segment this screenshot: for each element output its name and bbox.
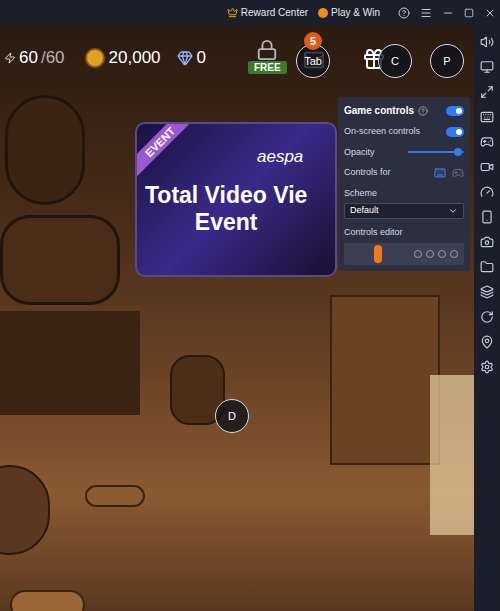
device-row: Controls for xyxy=(344,166,464,180)
toggle-knob xyxy=(456,108,462,114)
settings-icon[interactable] xyxy=(480,360,494,374)
banner-title: Total Video VieEvent xyxy=(145,182,307,236)
counter xyxy=(0,305,140,415)
event-tag: EVENT xyxy=(135,122,197,179)
wall-panel xyxy=(330,295,440,465)
help-icon[interactable] xyxy=(398,7,410,19)
event-banner[interactable]: EVENT aespa Total Video VieEvent xyxy=(135,122,337,277)
scheme-dropdown[interactable]: Default xyxy=(344,203,464,219)
pointer-icon xyxy=(374,245,382,263)
fullscreen-icon[interactable] xyxy=(480,85,494,99)
barrel xyxy=(5,95,85,205)
game-controls-panel: Game controls On-screen controls Opacity Co… xyxy=(338,97,470,271)
minimize-icon[interactable] xyxy=(442,7,454,19)
editor-group: Controls editor xyxy=(344,226,464,265)
controls-editor-preview[interactable] xyxy=(344,243,464,265)
stool xyxy=(85,485,145,507)
crystal-icon xyxy=(177,49,193,67)
rotate-icon[interactable] xyxy=(480,310,494,324)
gamepad-icon[interactable] xyxy=(452,167,464,179)
play-win-button[interactable]: Play & Win xyxy=(318,5,380,20)
phone-icon[interactable] xyxy=(480,210,494,224)
toggle-row: On-screen controls xyxy=(344,125,464,139)
reward-center-button[interactable]: Reward Center xyxy=(227,5,308,20)
toggle-knob xyxy=(456,129,462,135)
slider-row: Opacity xyxy=(344,146,464,160)
main-area: 60/6020,0000FREETabCPD5EVENTaespaTotal V… xyxy=(0,25,500,611)
opacity-slider[interactable] xyxy=(408,151,464,153)
key-overlay[interactable]: D xyxy=(215,399,249,433)
table xyxy=(0,465,50,555)
performance-icon[interactable] xyxy=(480,185,494,199)
key-overlay[interactable]: P xyxy=(430,44,464,78)
close-icon[interactable] xyxy=(484,7,496,19)
crystals: 0 xyxy=(177,45,206,71)
location-icon[interactable] xyxy=(480,335,494,349)
barrel xyxy=(0,215,120,305)
title-bar: Reward Center Play & Win xyxy=(0,0,500,25)
chevron-down-icon xyxy=(448,206,458,216)
camera-icon[interactable] xyxy=(480,235,494,249)
toggle[interactable] xyxy=(446,127,464,137)
banner-brand: aespa xyxy=(257,144,303,170)
pack-button[interactable]: FREE xyxy=(248,39,287,74)
gold: 20,000 xyxy=(85,45,161,71)
mail-badge: 5 xyxy=(304,32,322,50)
play-win-icon xyxy=(318,8,328,18)
game-screen[interactable]: 60/6020,0000FREETabCPD5EVENTaespaTotal V… xyxy=(0,25,474,611)
toggle[interactable] xyxy=(446,106,464,116)
pack-label: FREE xyxy=(248,61,287,74)
record-icon[interactable] xyxy=(480,160,494,174)
instances-icon[interactable] xyxy=(480,285,494,299)
stamina-icon xyxy=(4,50,16,66)
stamina: 60/60 xyxy=(4,45,65,71)
volume-icon[interactable] xyxy=(480,35,494,49)
lock-icon xyxy=(256,39,278,61)
coin-icon xyxy=(85,48,105,68)
hud-bar: 60/60 20,000 0 xyxy=(4,45,206,71)
menu-icon[interactable] xyxy=(420,7,432,19)
maximize-icon[interactable] xyxy=(464,8,474,18)
emulator-window: Reward Center Play & Win 60/60 20,000 0 FREE T… xyxy=(0,0,500,611)
scheme-group: SchemeDefault xyxy=(344,187,464,220)
right-sidebar xyxy=(474,25,500,611)
panel-header: Game controls xyxy=(344,103,464,118)
folder-icon[interactable] xyxy=(480,260,494,274)
keyboard-icon[interactable] xyxy=(434,167,446,179)
display-icon[interactable] xyxy=(480,60,494,74)
key-overlay[interactable]: C xyxy=(378,44,412,78)
stool xyxy=(10,590,85,611)
gamepad-icon[interactable] xyxy=(480,135,494,149)
keyboard-icon[interactable] xyxy=(480,110,494,124)
doorway-light xyxy=(430,375,474,535)
help-icon[interactable] xyxy=(418,106,428,116)
crown-icon xyxy=(227,7,238,18)
